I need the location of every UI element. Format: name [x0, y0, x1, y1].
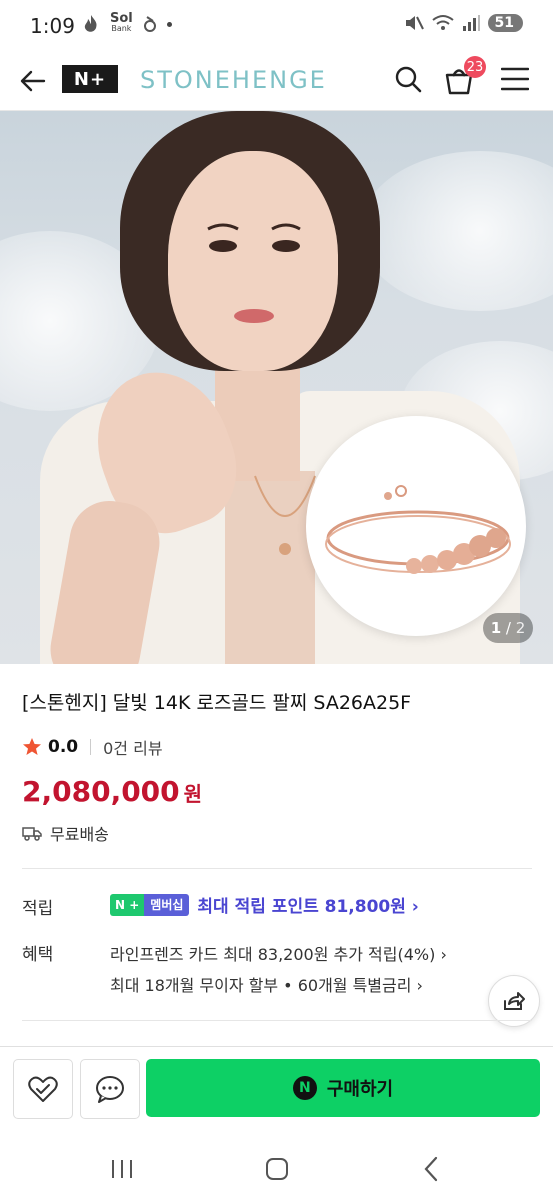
- installment-benefit-link[interactable]: 최대 18개월 무이자 할부 • 60개월 특별금리 ›: [110, 972, 423, 996]
- shipping-text: 무료배송: [50, 825, 109, 844]
- section-divider: [22, 868, 532, 869]
- rating-row: 0.0 0건 리뷰: [22, 735, 163, 759]
- page-current: 1: [490, 619, 502, 637]
- naver-pay-icon: N: [292, 1076, 317, 1100]
- max-points-text: 최대 적립 포인트 81,800원 ›: [197, 897, 419, 917]
- signal-icon: [462, 15, 480, 31]
- rewards-label: 적립: [22, 899, 54, 919]
- mute-icon: [405, 16, 424, 30]
- share-icon: [504, 992, 525, 1010]
- app-header: N+ STONEHENGE 23: [0, 52, 553, 111]
- system-nav-bar: [0, 1134, 553, 1200]
- rating-value: 0.0: [48, 737, 79, 757]
- buy-now-label: 구매하기: [326, 1079, 394, 1100]
- search-icon[interactable]: [393, 64, 423, 94]
- product-price: 2,080,000 원: [22, 775, 202, 808]
- home-icon[interactable]: [265, 1157, 289, 1181]
- review-count-link[interactable]: 0건 리뷰: [103, 735, 162, 759]
- fire-icon: [84, 15, 97, 32]
- star-icon: [23, 738, 41, 755]
- badge-membership: 멤버십: [144, 893, 190, 916]
- sol-bank-icon: Sol Bank: [110, 11, 133, 33]
- rating-divider: [90, 739, 92, 755]
- price-value: 2,080,000: [22, 775, 180, 808]
- more-notifications-dot: [166, 21, 172, 27]
- back-arrow-icon[interactable]: [18, 66, 48, 96]
- product-image-carousel[interactable]: 1 / 2: [0, 111, 553, 664]
- benefits-label: 혜택: [22, 945, 54, 965]
- page-total: 2: [515, 619, 526, 637]
- badge-n: N +: [110, 893, 145, 916]
- brand-logo[interactable]: STONEHENGE: [140, 66, 327, 94]
- talktalk-button[interactable]: [80, 1059, 140, 1119]
- section-divider: [22, 1020, 532, 1021]
- status-right-icons: 51: [404, 14, 523, 32]
- price-unit: 원: [183, 782, 203, 806]
- heart-check-icon: [28, 1076, 58, 1102]
- nplus-membership-badge: N + 멤버십: [110, 893, 190, 916]
- recent-apps-icon[interactable]: [110, 1158, 134, 1180]
- face-features: [207, 223, 301, 323]
- battery-icon: 51: [487, 14, 523, 32]
- membership-points-link[interactable]: N + 멤버십 최대 적립 포인트 81,800원 ›: [110, 892, 419, 917]
- status-time: 1:09: [30, 14, 75, 38]
- chat-bubble-icon: [96, 1076, 124, 1103]
- nav-back-icon[interactable]: [421, 1156, 441, 1182]
- wishlist-button[interactable]: [13, 1059, 73, 1119]
- purchase-action-bar: N 구매하기: [0, 1046, 553, 1135]
- page-separator: /: [501, 619, 516, 637]
- status-bar: 1:09 Sol Bank 51: [0, 0, 553, 52]
- b-app-icon: [143, 16, 156, 32]
- truck-icon: [22, 827, 42, 841]
- bracelet-image: [325, 485, 511, 574]
- bracelet-thumbnail: [306, 416, 526, 636]
- nplus-logo[interactable]: N+: [62, 65, 118, 93]
- buy-now-button[interactable]: N 구매하기: [146, 1059, 540, 1117]
- shipping-info: 무료배송: [22, 821, 109, 845]
- model-face: [168, 151, 338, 371]
- notification-icons: Sol Bank: [82, 11, 172, 34]
- hamburger-menu-icon[interactable]: [501, 66, 529, 92]
- cloud-decoration: [360, 151, 553, 311]
- wifi-icon: [431, 15, 454, 30]
- card-benefit-link[interactable]: 라인프렌즈 카드 최대 83,200원 추가 적립(4%) ›: [110, 941, 447, 965]
- cart-count-badge: 23: [464, 56, 486, 78]
- product-title: [스톤헨지] 달빛 14K 로즈골드 팔찌 SA26A25F: [22, 692, 412, 714]
- carousel-page-indicator: 1 / 2: [483, 613, 533, 643]
